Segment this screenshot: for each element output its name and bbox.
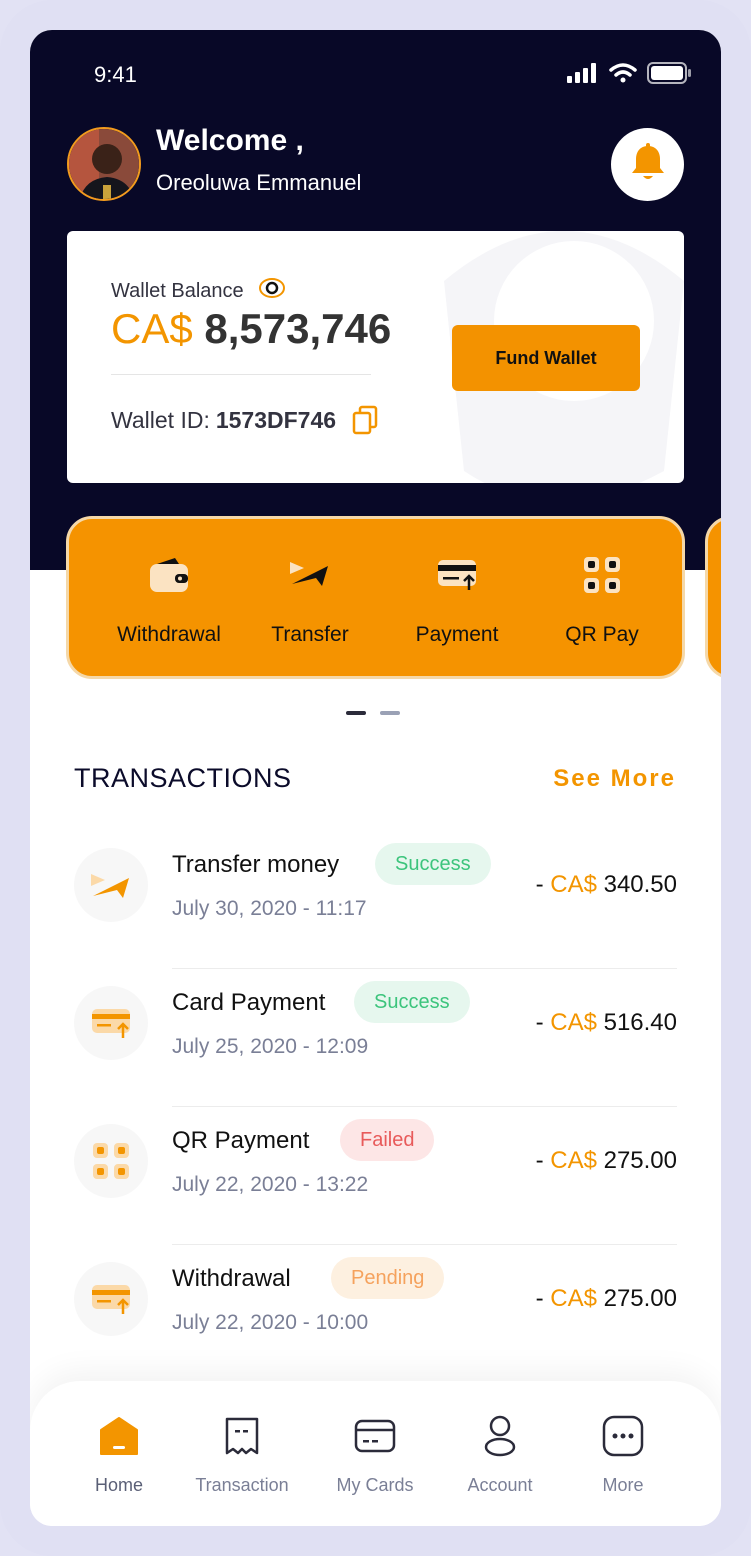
copy-icon[interactable]	[352, 405, 378, 435]
status-badge: Success	[354, 981, 470, 1023]
action-qr-pay[interactable]: QR Pay	[527, 519, 677, 679]
wallet-balance-text: Wallet Balance	[111, 279, 244, 302]
wallet-card: Wallet Balance CA$ 8,573,746 Wallet ID: …	[67, 231, 684, 483]
app-screen: 9:41 Welcome , Oreoluwa Emmanuel Wallet …	[30, 30, 721, 1526]
user-icon	[483, 1415, 517, 1457]
wallet-currency: CA$	[111, 305, 193, 352]
amount-currency: CA$	[550, 1285, 597, 1312]
amount-value: 275.00	[603, 1285, 677, 1312]
amount-currency: CA$	[550, 1009, 597, 1036]
action-transfer[interactable]: Transfer	[235, 519, 385, 679]
nav-more[interactable]: More	[563, 1415, 683, 1496]
amount-sign: -	[535, 1285, 551, 1312]
action-label: Payment	[415, 623, 499, 646]
amount-currency: CA$	[550, 871, 597, 898]
wallet-id-label: Wallet ID:	[111, 406, 210, 433]
transaction-title: Withdrawal	[172, 1265, 291, 1292]
fund-wallet-button[interactable]: Fund Wallet	[452, 325, 640, 391]
wallet-divider	[111, 374, 371, 375]
status-bar: 9:41	[30, 30, 721, 120]
nav-label: Transaction	[195, 1475, 289, 1495]
see-more-link[interactable]: See More	[553, 765, 676, 793]
action-withdrawal[interactable]: Withdrawal	[94, 519, 244, 679]
avatar[interactable]	[67, 127, 141, 201]
status-badge: Failed	[340, 1119, 435, 1161]
wallet-balance-label: Wallet Balance	[111, 277, 286, 305]
transaction-date: July 22, 2020 - 10:00	[172, 1311, 369, 1334]
wifi-icon	[609, 63, 637, 87]
transaction-amount: - CA$ 516.40	[536, 1009, 677, 1037]
card-payment-icon	[437, 553, 477, 597]
transaction-amount: - CA$ 275.00	[536, 1147, 677, 1175]
qr-icon	[582, 553, 622, 597]
transaction-date: July 30, 2020 - 11:17	[172, 897, 367, 920]
amount-sign: -	[535, 871, 551, 898]
transaction-row[interactable]: Card Payment Success July 25, 2020 - 12:…	[74, 969, 677, 1107]
send-icon	[74, 848, 148, 922]
wallet-icon	[149, 553, 189, 597]
amount-value: 340.50	[603, 871, 677, 898]
more-icon	[602, 1415, 644, 1457]
send-icon	[288, 553, 332, 597]
wallet-id-value: 1573DF746	[215, 406, 337, 433]
action-label: QR Pay	[565, 623, 639, 646]
transaction-row[interactable]: Transfer money Success July 30, 2020 - 1…	[74, 831, 677, 969]
action-label: Transfer	[271, 623, 349, 646]
pager-dot[interactable]	[380, 711, 400, 715]
nav-label: More	[602, 1475, 644, 1495]
receipt-icon	[224, 1415, 260, 1457]
signal-icon	[567, 63, 599, 87]
transaction-row[interactable]: Withdrawal Pending July 22, 2020 - 10:00…	[74, 1245, 677, 1383]
pager-dot-active[interactable]	[346, 711, 366, 715]
phone-frame: 9:41 Welcome , Oreoluwa Emmanuel Wallet …	[0, 0, 751, 1556]
quick-actions-card: Withdrawal Transfer Payment QR Pay	[66, 516, 685, 679]
welcome-heading: Welcome ,	[156, 124, 304, 157]
qr-icon	[74, 1124, 148, 1198]
transaction-title: QR Payment	[172, 1127, 310, 1154]
action-payment[interactable]: Payment	[382, 519, 532, 679]
amount-value: 275.00	[603, 1147, 677, 1174]
nav-account[interactable]: Account	[440, 1415, 560, 1496]
home-icon	[99, 1415, 139, 1457]
nav-transaction[interactable]: Transaction	[182, 1415, 302, 1496]
status-badge: Success	[375, 843, 491, 885]
amount-value: 516.40	[603, 1009, 677, 1036]
pager-dots	[346, 711, 400, 715]
nav-my-cards[interactable]: My Cards	[315, 1415, 435, 1496]
card-payment-icon	[74, 1262, 148, 1336]
wallet-amount-value: 8,573,746	[204, 305, 392, 352]
status-icons	[567, 62, 693, 88]
transaction-row[interactable]: QR Payment Failed July 22, 2020 - 13:22 …	[74, 1107, 677, 1245]
bottom-nav: Home Transaction My Cards Account More	[30, 1381, 721, 1526]
amount-sign: -	[535, 1009, 551, 1036]
wallet-balance-amount: CA$ 8,573,746	[111, 305, 391, 353]
amount-sign: -	[535, 1147, 551, 1174]
nav-home[interactable]: Home	[59, 1415, 179, 1496]
bell-icon	[630, 142, 666, 187]
eye-icon[interactable]	[258, 277, 286, 305]
transactions-title: TRANSACTIONS	[74, 763, 292, 793]
transaction-title: Transfer money	[172, 851, 340, 878]
action-label: Withdrawal	[117, 623, 221, 646]
notifications-button[interactable]	[611, 128, 684, 201]
transaction-amount: - CA$ 275.00	[536, 1285, 677, 1313]
card-icon	[354, 1415, 396, 1457]
status-badge: Pending	[331, 1257, 445, 1299]
battery-icon	[647, 62, 693, 88]
transaction-date: July 22, 2020 - 13:22	[172, 1173, 369, 1196]
wallet-id-row: Wallet ID: 1573DF746	[111, 405, 378, 435]
nav-label: Account	[467, 1475, 533, 1495]
quick-actions-next-card[interactable]	[705, 516, 721, 679]
transaction-date: July 25, 2020 - 12:09	[172, 1035, 369, 1058]
transaction-amount: - CA$ 340.50	[536, 871, 677, 899]
amount-currency: CA$	[550, 1147, 597, 1174]
nav-label: My Cards	[336, 1475, 414, 1495]
user-name: Oreoluwa Emmanuel	[156, 170, 362, 195]
transaction-title: Card Payment	[172, 989, 326, 1016]
card-payment-icon	[74, 986, 148, 1060]
nav-label: Home	[94, 1475, 143, 1495]
status-time: 9:41	[94, 62, 137, 87]
